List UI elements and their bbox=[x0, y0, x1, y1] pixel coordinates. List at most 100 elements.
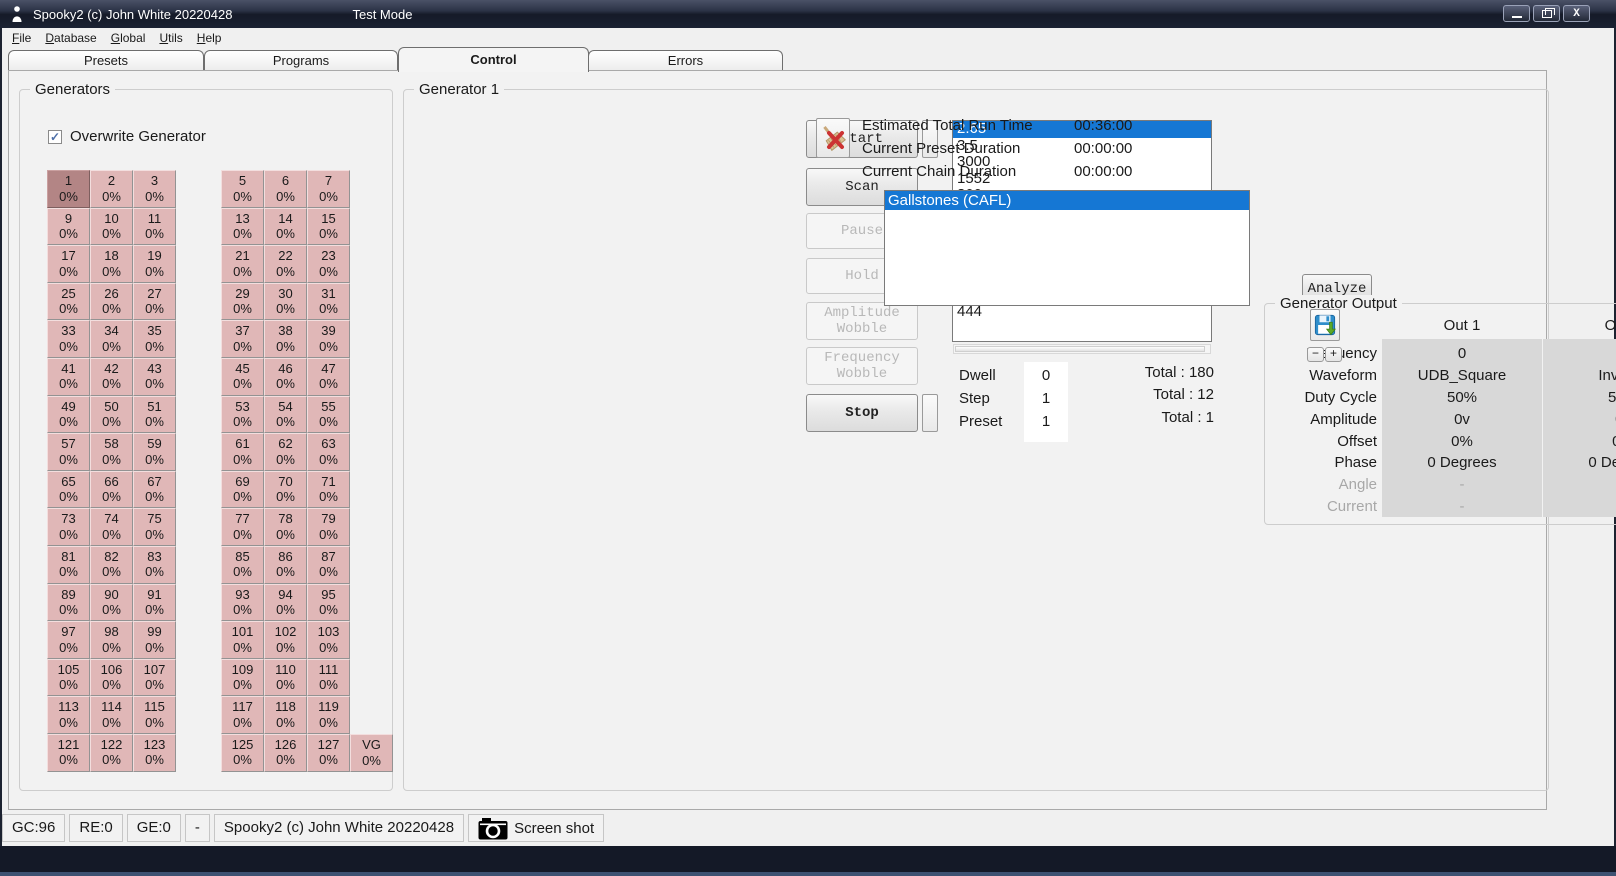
overwrite-generator-checkbox[interactable]: ✓ bbox=[48, 130, 62, 144]
generator-cell-114[interactable]: 1140% bbox=[90, 696, 133, 734]
generator-cell-111[interactable]: 1110% bbox=[307, 659, 350, 697]
generator-cell-121[interactable]: 1210% bbox=[47, 734, 90, 772]
generator-cell-38[interactable]: 380% bbox=[264, 320, 307, 358]
generator-cell-87[interactable]: 870% bbox=[307, 546, 350, 584]
preset-item[interactable]: Gallstones (CAFL) bbox=[885, 191, 1249, 210]
generator-cell-57[interactable]: 570% bbox=[47, 433, 90, 471]
generator-cell-25[interactable]: 250% bbox=[47, 283, 90, 321]
generator-cell-90[interactable]: 900% bbox=[90, 584, 133, 622]
generator-cell-51[interactable]: 510% bbox=[133, 396, 176, 434]
generator-cell-11[interactable]: 110% bbox=[133, 208, 176, 246]
generator-cell-75[interactable]: 750% bbox=[133, 508, 176, 546]
generator-cell-83[interactable]: 830% bbox=[133, 546, 176, 584]
generator-cell-35[interactable]: 350% bbox=[133, 320, 176, 358]
generator-cell-125[interactable]: 1250% bbox=[221, 734, 264, 772]
generator-cell-14[interactable]: 140% bbox=[264, 208, 307, 246]
restore-button[interactable] bbox=[1533, 5, 1560, 22]
minimize-button[interactable] bbox=[1503, 5, 1530, 22]
generator-cell-55[interactable]: 550% bbox=[307, 396, 350, 434]
generator-cell-119[interactable]: 1190% bbox=[307, 696, 350, 734]
generator-cell-127[interactable]: 1270% bbox=[307, 734, 350, 772]
generator-cell-103[interactable]: 1030% bbox=[307, 621, 350, 659]
frequency-list-scrollbar[interactable] bbox=[953, 344, 1211, 354]
generator-cell-71[interactable]: 710% bbox=[307, 471, 350, 509]
generator-cell-VG[interactable]: VG0% bbox=[350, 734, 393, 772]
menu-item-utils[interactable]: Utils bbox=[157, 29, 190, 47]
generator-cell-47[interactable]: 470% bbox=[307, 358, 350, 396]
menu-item-database[interactable]: Database bbox=[43, 29, 104, 47]
generator-cell-6[interactable]: 60% bbox=[264, 170, 307, 208]
generator-cell-78[interactable]: 780% bbox=[264, 508, 307, 546]
generator-cell-102[interactable]: 1020% bbox=[264, 621, 307, 659]
generator-cell-67[interactable]: 670% bbox=[133, 471, 176, 509]
generator-cell-106[interactable]: 1060% bbox=[90, 659, 133, 697]
generator-cell-94[interactable]: 940% bbox=[264, 584, 307, 622]
generator-cell-97[interactable]: 970% bbox=[47, 621, 90, 659]
generator-cell-49[interactable]: 490% bbox=[47, 396, 90, 434]
close-button[interactable]: X bbox=[1563, 5, 1590, 22]
clear-frequencies-button[interactable] bbox=[816, 118, 850, 158]
generator-cell-37[interactable]: 370% bbox=[221, 320, 264, 358]
generator-cell-101[interactable]: 1010% bbox=[221, 621, 264, 659]
generator-cell-63[interactable]: 630% bbox=[307, 433, 350, 471]
generator-cell-82[interactable]: 820% bbox=[90, 546, 133, 584]
frequency-item[interactable]: 444 bbox=[953, 304, 1211, 321]
generator-cell-123[interactable]: 1230% bbox=[133, 734, 176, 772]
generator-cell-23[interactable]: 230% bbox=[307, 245, 350, 283]
generator-cell-118[interactable]: 1180% bbox=[264, 696, 307, 734]
generator-cell-18[interactable]: 180% bbox=[90, 245, 133, 283]
generator-cell-15[interactable]: 150% bbox=[307, 208, 350, 246]
generator-cell-13[interactable]: 130% bbox=[221, 208, 264, 246]
generator-cell-30[interactable]: 300% bbox=[264, 283, 307, 321]
generator-cell-107[interactable]: 1070% bbox=[133, 659, 176, 697]
generator-cell-10[interactable]: 100% bbox=[90, 208, 133, 246]
generator-cell-117[interactable]: 1170% bbox=[221, 696, 264, 734]
generator-cell-61[interactable]: 610% bbox=[221, 433, 264, 471]
generator-cell-105[interactable]: 1050% bbox=[47, 659, 90, 697]
generator-cell-74[interactable]: 740% bbox=[90, 508, 133, 546]
generator-cell-19[interactable]: 190% bbox=[133, 245, 176, 283]
tab-errors[interactable]: Errors bbox=[588, 50, 783, 71]
generator-cell-98[interactable]: 980% bbox=[90, 621, 133, 659]
generator-cell-122[interactable]: 1220% bbox=[90, 734, 133, 772]
generator-cell-85[interactable]: 850% bbox=[221, 546, 264, 584]
generator-cell-89[interactable]: 890% bbox=[47, 584, 90, 622]
menu-item-file[interactable]: File bbox=[10, 29, 39, 47]
generator-cell-2[interactable]: 20% bbox=[90, 170, 133, 208]
screenshot-button[interactable]: Screen shot bbox=[468, 814, 604, 842]
generator-cell-43[interactable]: 430% bbox=[133, 358, 176, 396]
stop-button[interactable]: Stop bbox=[806, 394, 918, 432]
generator-cell-22[interactable]: 220% bbox=[264, 245, 307, 283]
generator-cell-58[interactable]: 580% bbox=[90, 433, 133, 471]
generator-cell-3[interactable]: 30% bbox=[133, 170, 176, 208]
generator-cell-110[interactable]: 1100% bbox=[264, 659, 307, 697]
generator-cell-9[interactable]: 90% bbox=[47, 208, 90, 246]
generator-cell-86[interactable]: 860% bbox=[264, 546, 307, 584]
minus-button[interactable]: − bbox=[1307, 347, 1324, 362]
generator-cell-39[interactable]: 390% bbox=[307, 320, 350, 358]
generator-cell-45[interactable]: 450% bbox=[221, 358, 264, 396]
generator-cell-31[interactable]: 310% bbox=[307, 283, 350, 321]
generator-cell-69[interactable]: 690% bbox=[221, 471, 264, 509]
generator-cell-50[interactable]: 500% bbox=[90, 396, 133, 434]
generator-cell-29[interactable]: 290% bbox=[221, 283, 264, 321]
tab-presets[interactable]: Presets bbox=[8, 50, 204, 71]
generator-cell-33[interactable]: 330% bbox=[47, 320, 90, 358]
generator-cell-26[interactable]: 260% bbox=[90, 283, 133, 321]
generator-cell-41[interactable]: 410% bbox=[47, 358, 90, 396]
generator-cell-21[interactable]: 210% bbox=[221, 245, 264, 283]
generator-cell-70[interactable]: 700% bbox=[264, 471, 307, 509]
generator-cell-5[interactable]: 50% bbox=[221, 170, 264, 208]
generator-cell-113[interactable]: 1130% bbox=[47, 696, 90, 734]
tab-programs[interactable]: Programs bbox=[204, 50, 398, 71]
stop-side-strip[interactable] bbox=[922, 394, 938, 432]
generator-cell-53[interactable]: 530% bbox=[221, 396, 264, 434]
generator-cell-66[interactable]: 660% bbox=[90, 471, 133, 509]
preset-chain-list[interactable]: Gallstones (CAFL) bbox=[884, 190, 1250, 306]
generator-cell-1[interactable]: 10% bbox=[47, 170, 90, 208]
generator-cell-17[interactable]: 170% bbox=[47, 245, 90, 283]
tab-control[interactable]: Control bbox=[398, 47, 589, 72]
plus-button[interactable]: + bbox=[1325, 347, 1342, 362]
generator-cell-42[interactable]: 420% bbox=[90, 358, 133, 396]
generator-cell-81[interactable]: 810% bbox=[47, 546, 90, 584]
